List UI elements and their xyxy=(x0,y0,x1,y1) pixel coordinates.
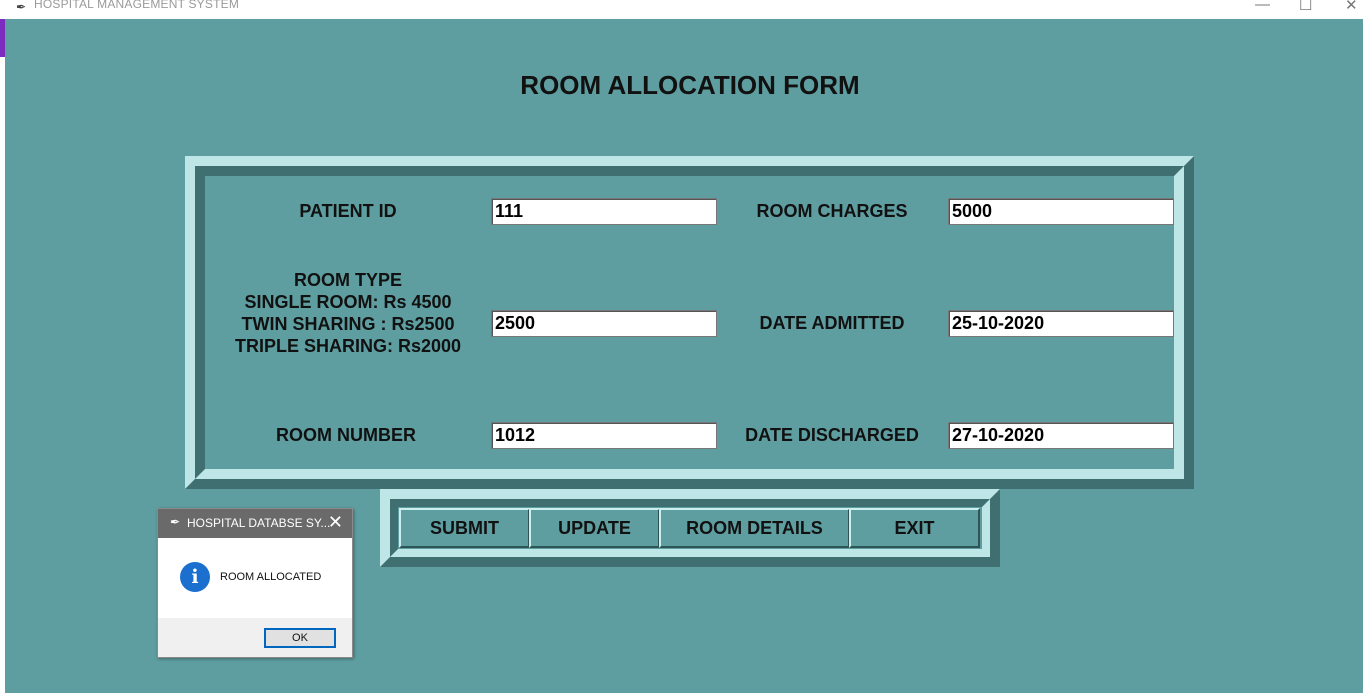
message-dialog: ✒ HOSPITAL DATABSE SY... ✕ i ROOM ALLOCA… xyxy=(157,508,353,658)
date-discharged-label: DATE DISCHARGED xyxy=(745,425,919,445)
exit-button[interactable]: EXIT xyxy=(849,508,980,548)
dialog-message: ROOM ALLOCATED xyxy=(220,571,322,583)
room-type-field[interactable] xyxy=(491,310,717,337)
feather-icon: ✒ xyxy=(170,515,181,529)
date-admitted-label: DATE ADMITTED xyxy=(759,313,905,333)
dialog-title: HOSPITAL DATABSE SY... xyxy=(187,516,331,530)
window-titlebar: ✒ HOSPITAL MANAGEMENT SYSTEM — ☐ ✕ xyxy=(0,0,1363,19)
left-window-edge xyxy=(0,19,5,693)
window-title: HOSPITAL MANAGEMENT SYSTEM xyxy=(34,0,240,11)
feather-icon: ✒ xyxy=(16,0,27,14)
room-type-option-triple: TRIPLE SHARING: Rs2000 xyxy=(234,336,462,356)
dialog-titlebar: ✒ HOSPITAL DATABSE SY... ✕ xyxy=(158,509,352,538)
room-details-button[interactable]: ROOM DETAILS xyxy=(659,508,850,548)
background-window-strip xyxy=(0,19,5,57)
patient-id-label: PATIENT ID xyxy=(299,201,397,221)
room-number-field[interactable] xyxy=(491,422,717,449)
page-title: ROOM ALLOCATION FORM xyxy=(520,70,860,100)
room-charges-field[interactable] xyxy=(948,198,1174,225)
patient-id-field[interactable] xyxy=(491,198,717,225)
date-admitted-field[interactable] xyxy=(948,310,1174,337)
room-type-label-block: ROOM TYPE SINGLE ROOM: Rs 4500 TWIN SHAR… xyxy=(218,269,478,357)
dialog-footer: OK xyxy=(158,618,352,657)
room-type-option-twin: TWIN SHARING : Rs2500 xyxy=(241,314,455,334)
room-charges-label: ROOM CHARGES xyxy=(756,201,908,221)
room-type-label: ROOM TYPE xyxy=(293,270,402,290)
submit-button[interactable]: SUBMIT xyxy=(399,508,530,548)
close-icon[interactable]: ✕ xyxy=(1345,0,1358,14)
room-number-label: ROOM NUMBER xyxy=(276,425,416,445)
dialog-close-icon[interactable]: ✕ xyxy=(328,512,343,533)
maximize-icon[interactable]: ☐ xyxy=(1299,0,1312,14)
date-discharged-field[interactable] xyxy=(948,422,1174,449)
update-button[interactable]: UPDATE xyxy=(529,508,660,548)
minimize-icon[interactable]: — xyxy=(1255,0,1270,13)
ok-button[interactable]: OK xyxy=(264,628,336,648)
room-type-option-single: SINGLE ROOM: Rs 4500 xyxy=(244,292,452,312)
info-icon: i xyxy=(180,562,210,592)
